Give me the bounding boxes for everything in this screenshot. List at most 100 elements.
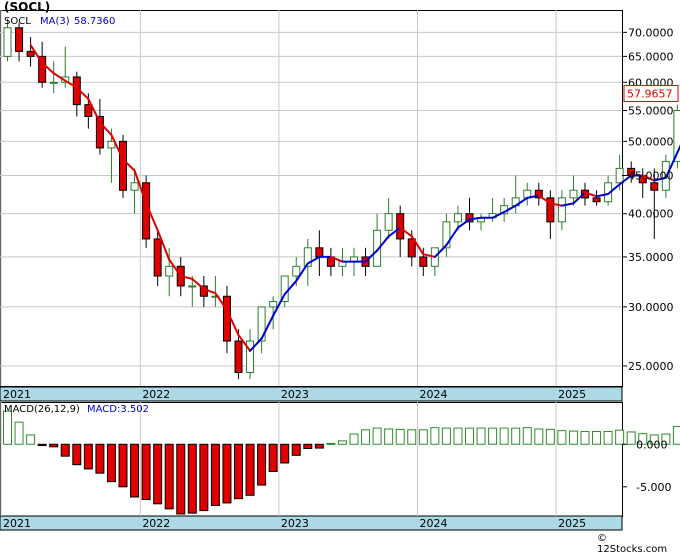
macd-bar xyxy=(257,443,267,486)
candle-body xyxy=(3,27,12,57)
macd-tick-label: 0.000 xyxy=(636,438,668,451)
candle-body xyxy=(315,247,324,258)
candle-body xyxy=(84,104,93,117)
legend-macd-value: MACD:3.502 xyxy=(87,404,149,415)
candle-body xyxy=(49,81,58,84)
macd-bar xyxy=(603,431,613,445)
x-tick-label: 2021 xyxy=(3,517,31,530)
legend-macd-params: MACD(26,12,9) xyxy=(4,404,80,415)
price-tick-label: 40.0000 xyxy=(628,208,674,221)
macd-bar xyxy=(615,429,625,445)
x-tick-label: 2023 xyxy=(281,388,309,401)
macd-bar xyxy=(187,443,197,514)
macd-bar xyxy=(476,427,486,445)
price-tick-label: 25.0000 xyxy=(628,360,674,373)
macd-bar xyxy=(49,443,59,448)
macd-bar xyxy=(141,443,151,501)
stock-chart-svg: 25.0000 30.0000 35.0000 40.0000 45.0000 50.00… xyxy=(0,10,680,531)
macd-bar xyxy=(83,443,93,470)
candle-body xyxy=(15,27,24,52)
macd-bar xyxy=(130,443,140,498)
price-tick-label: 65.0000 xyxy=(628,50,674,63)
x-tick-label: 2023 xyxy=(281,517,309,530)
macd-bar xyxy=(245,443,255,496)
candle-body xyxy=(419,256,428,267)
macd-bar xyxy=(291,443,301,456)
ma-line-segment xyxy=(191,277,205,291)
macd-bar xyxy=(199,443,209,512)
macd-bar xyxy=(60,443,70,457)
legend-ma-label: MA(3) xyxy=(40,16,70,27)
candle-body xyxy=(234,340,243,373)
macd-bar xyxy=(337,440,347,445)
candle-body xyxy=(119,140,127,191)
macd-bar xyxy=(395,428,405,445)
x-tick-label: 2024 xyxy=(420,517,448,530)
macd-bar xyxy=(153,443,163,505)
macd-bar xyxy=(95,443,105,474)
macd-bar xyxy=(511,427,521,445)
macd-bar xyxy=(372,427,382,445)
candle-body xyxy=(165,265,174,277)
price-panel-frame xyxy=(0,10,623,387)
candle-body xyxy=(384,213,393,231)
candle-body xyxy=(453,213,462,223)
x-tick-label: 2025 xyxy=(558,388,586,401)
x-tick-label: 2021 xyxy=(3,388,31,401)
price-tick-label: 70.0000 xyxy=(628,26,674,39)
macd-bar xyxy=(326,442,336,445)
chart-stage: 25.0000 30.0000 35.0000 40.0000 45.0000 50.00… xyxy=(0,0,680,555)
macd-bar xyxy=(164,443,174,510)
candle-body xyxy=(130,182,139,191)
macd-bar xyxy=(499,427,509,445)
macd-bar xyxy=(106,443,116,483)
last-price-label: 57.9657 xyxy=(627,87,673,100)
price-tick-label: 35.0000 xyxy=(628,251,674,264)
macd-bar xyxy=(280,443,290,464)
macd-bar xyxy=(72,443,82,466)
x-tick-label: 2022 xyxy=(142,517,170,530)
macd-bar xyxy=(441,427,451,445)
macd-bar xyxy=(14,421,24,445)
legend-symbol: SOCL xyxy=(4,16,31,27)
price-tick-label: 30.0000 xyxy=(628,301,674,314)
macd-bar xyxy=(268,443,278,472)
macd-bar xyxy=(545,428,555,445)
chart-title: (SOCL) xyxy=(4,0,51,14)
candle-body xyxy=(246,340,255,373)
macd-bar xyxy=(37,443,47,447)
macd-bar xyxy=(430,427,440,445)
candle-body xyxy=(569,189,578,199)
macd-bar xyxy=(557,430,567,445)
macd-bar xyxy=(465,427,474,445)
macd-bar xyxy=(361,429,371,445)
macd-bar xyxy=(488,427,498,445)
macd-bar xyxy=(522,427,532,445)
macd-bar xyxy=(118,443,128,488)
x-tick-label: 2025 xyxy=(558,517,586,530)
candle-body xyxy=(396,213,405,240)
candle-body xyxy=(557,197,566,223)
legend-ma-value: 58.7360 xyxy=(74,16,116,27)
macd-bar xyxy=(3,410,12,445)
macd-bar xyxy=(453,427,463,445)
x-tick-label: 2022 xyxy=(142,388,170,401)
macd-bar xyxy=(626,431,636,445)
macd-bar xyxy=(234,443,243,500)
candle-body xyxy=(222,295,231,342)
macd-bar xyxy=(176,443,186,515)
candle-body xyxy=(650,182,659,191)
macd-bar xyxy=(418,429,428,445)
macd-bar xyxy=(303,443,313,450)
macd-bar xyxy=(314,443,324,449)
price-tick-label: 45.0000 xyxy=(628,170,674,183)
macd-bar xyxy=(592,431,602,445)
macd-panel-frame xyxy=(0,402,623,517)
macd-bar xyxy=(672,425,680,445)
x-tick-label: 2024 xyxy=(420,388,448,401)
macd-bar xyxy=(568,430,578,445)
macd-bar xyxy=(384,428,394,445)
macd-bar xyxy=(222,443,232,504)
macd-bar xyxy=(349,433,359,445)
macd-tick-label: -5.000 xyxy=(636,481,671,494)
